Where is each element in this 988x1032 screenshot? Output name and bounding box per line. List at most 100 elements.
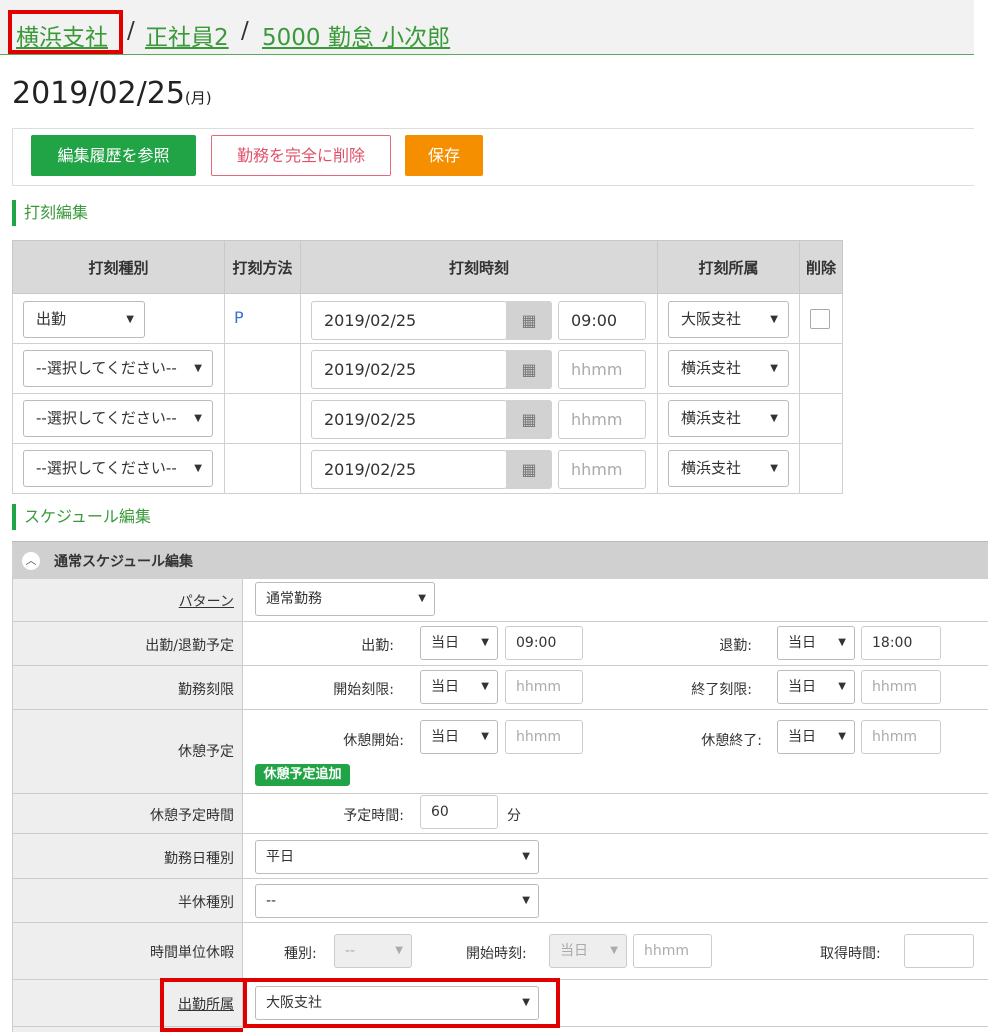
hourly-start-day-select[interactable]: 当日 ▼ (549, 934, 627, 968)
break-start-time-input[interactable]: hhmm (505, 720, 583, 754)
caret-down-icon: ▼ (481, 731, 489, 742)
hourly-type-select[interactable]: -- ▼ (334, 934, 412, 968)
caret-down-icon: ▼ (418, 593, 426, 604)
edit-history-button[interactable]: 編集履歴を参照 (31, 135, 196, 176)
hourly-duration-input[interactable] (904, 934, 974, 968)
caret-down-icon: ▼ (522, 851, 530, 862)
limit-end-day-select[interactable]: 当日 ▼ (777, 670, 855, 704)
break-end-label: 休憩終了: (701, 733, 762, 749)
work-plan-label: 出勤/退勤予定 (145, 638, 234, 654)
work-start-day-select[interactable]: 当日 ▼ (420, 626, 498, 660)
break-plan-row: 休憩予定 休憩開始: 当日 ▼ hhmm 休憩終了: 当日 ▼ hhmm 休憩予定追… (12, 710, 988, 794)
work-limit-row: 勤務刻限 開始刻限: 当日 ▼ hhmm 終了刻限: 当日 ▼ hhmm (12, 666, 988, 710)
punch-org-select[interactable]: 横浜支社 ▼ (668, 450, 789, 487)
break-time-label: 休憩予定時間 (150, 808, 234, 824)
caret-down-icon: ▼ (126, 314, 134, 325)
punch-org-select[interactable]: 横浜支社 ▼ (668, 400, 789, 437)
half-leave-label: 半休種別 (178, 895, 234, 911)
punch-date-input[interactable]: 2019/02/25 (311, 301, 507, 340)
caret-down-icon: ▼ (194, 363, 202, 374)
punch-date-input[interactable]: 2019/02/25 (311, 350, 507, 389)
hourly-leave-row: 時間単位休暇 種別: -- ▼ 開始時刻: 当日 ▼ hhmm 取得時間: (12, 923, 988, 980)
punch-section-title: 打刻編集 (12, 200, 88, 226)
caret-down-icon: ▼ (481, 637, 489, 648)
day-type-row: 勤務日種別 平日 ▼ (12, 834, 988, 879)
punch-org-select[interactable]: 大阪支社 ▼ (668, 301, 789, 338)
punch-table: 打刻種別 打刻方法 打刻時刻 打刻所属 削除 出勤 ▼ P 2019/02/25 … (12, 240, 843, 494)
hourly-duration-label: 取得時間: (820, 946, 881, 962)
breadcrumb-org-link[interactable]: 横浜支社 (16, 18, 108, 52)
punch-time-input[interactable]: hhmm (558, 450, 646, 489)
work-end-time-input[interactable]: 18:00 (861, 626, 941, 660)
limit-end-time-input[interactable]: hhmm (861, 670, 941, 704)
limit-start-time-input[interactable]: hhmm (505, 670, 583, 704)
header-punch-time: 打刻時刻 (300, 240, 658, 294)
highlight-box-work-org-label (160, 978, 243, 1032)
normal-schedule-header[interactable]: ︿ 通常スケジュール編集 (12, 541, 988, 579)
break-time-input[interactable]: 60 (420, 795, 498, 829)
save-button[interactable]: 保存 (405, 135, 483, 176)
break-plan-label: 休憩予定 (178, 744, 234, 760)
caret-down-icon: ▼ (194, 463, 202, 474)
punch-date-input[interactable]: 2019/02/25 (311, 450, 507, 489)
punch-type-select[interactable]: --選択してください-- ▼ (23, 350, 213, 387)
caret-down-icon: ▼ (838, 637, 846, 648)
breadcrumb-employee-link[interactable]: 5000 勤怠 小次郎 (262, 18, 450, 52)
hourly-start-label: 開始時刻: (466, 946, 527, 962)
header-punch-method: 打刻方法 (224, 240, 301, 294)
pattern-link[interactable]: パターン (179, 591, 234, 611)
work-end-day-select[interactable]: 当日 ▼ (777, 626, 855, 660)
punch-type-select[interactable]: --選択してください-- ▼ (23, 400, 213, 437)
break-end-day-select[interactable]: 当日 ▼ (777, 720, 855, 754)
work-start-time-input[interactable]: 09:00 (505, 626, 583, 660)
calendar-icon[interactable]: ▦ (506, 301, 552, 340)
caret-down-icon: ▼ (770, 413, 778, 424)
table-row: --選択してください-- ▼ 2019/02/25 ▦ hhmm 横浜支社 ▼ (12, 393, 843, 444)
work-limit-label: 勤務刻限 (178, 682, 234, 698)
day-type-label: 勤務日種別 (164, 851, 234, 867)
caret-down-icon: ▼ (395, 945, 403, 956)
caret-down-icon: ▼ (194, 413, 202, 424)
header-delete: 削除 (799, 240, 843, 294)
break-time-unit: 分 (507, 808, 521, 824)
caret-down-icon: ▼ (610, 945, 618, 956)
break-end-time-input[interactable]: hhmm (861, 720, 941, 754)
caret-down-icon: ▼ (838, 731, 846, 742)
hourly-leave-label: 時間単位休暇 (150, 945, 234, 961)
punch-time-input[interactable]: hhmm (558, 350, 646, 389)
caret-down-icon: ▼ (770, 463, 778, 474)
calendar-icon[interactable]: ▦ (506, 450, 552, 489)
work-start-label: 出勤: (361, 638, 394, 654)
calendar-icon[interactable]: ▦ (506, 400, 552, 439)
break-start-label: 休憩開始: (343, 733, 404, 749)
caret-down-icon: ▼ (481, 681, 489, 692)
punch-type-select[interactable]: 出勤 ▼ (23, 301, 145, 338)
delete-work-button[interactable]: 勤務を完全に削除 (211, 135, 391, 176)
punch-type-select[interactable]: --選択してください-- ▼ (23, 450, 213, 487)
breadcrumb-employment-link[interactable]: 正社員2 (145, 18, 229, 52)
calendar-icon[interactable]: ▦ (506, 350, 552, 389)
add-break-button[interactable]: 休憩予定追加 (255, 764, 350, 786)
highlight-box-work-org-select (243, 978, 560, 1028)
limit-start-label: 開始刻限: (333, 682, 394, 698)
delete-checkbox[interactable] (810, 309, 830, 329)
header-punch-org: 打刻所属 (657, 240, 800, 294)
punch-date-input[interactable]: 2019/02/25 (311, 400, 507, 439)
table-row: --選択してください-- ▼ 2019/02/25 ▦ hhmm 横浜支社 ▼ (12, 443, 843, 494)
pattern-select[interactable]: 通常勤務 ▼ (255, 582, 435, 616)
half-leave-row: 半休種別 -- ▼ (12, 879, 988, 923)
caret-down-icon: ▼ (838, 681, 846, 692)
break-start-day-select[interactable]: 当日 ▼ (420, 720, 498, 754)
half-leave-select[interactable]: -- ▼ (255, 884, 539, 918)
hourly-start-time-input[interactable]: hhmm (633, 934, 712, 968)
punch-time-input[interactable]: hhmm (558, 400, 646, 439)
caret-down-icon: ▼ (770, 314, 778, 325)
punch-org-select[interactable]: 横浜支社 ▼ (668, 350, 789, 387)
chevron-up-icon[interactable]: ︿ (22, 552, 40, 570)
punch-time-input[interactable]: 09:00 (558, 301, 646, 340)
page-date: 2019/02/25(月) (12, 76, 212, 111)
limit-start-day-select[interactable]: 当日 ▼ (420, 670, 498, 704)
punch-method-badge: P (234, 308, 244, 327)
day-type-select[interactable]: 平日 ▼ (255, 840, 539, 874)
date-weekday: (月) (184, 89, 212, 107)
